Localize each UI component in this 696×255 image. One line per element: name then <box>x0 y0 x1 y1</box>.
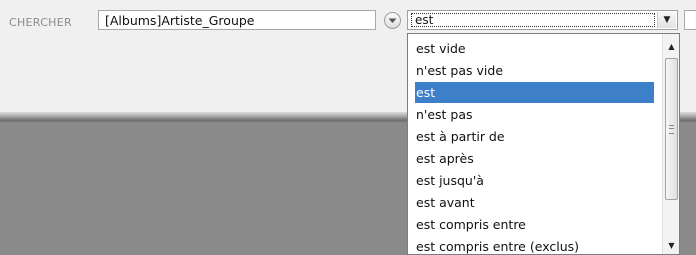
operator-select[interactable]: est ▼ <box>407 10 678 30</box>
field-menu-button[interactable] <box>384 12 401 29</box>
operator-option[interactable]: est après <box>415 148 654 169</box>
operator-option[interactable]: est compris entre (exclus) <box>415 236 654 254</box>
operator-dropdown-arrow[interactable]: ▼ <box>657 12 676 28</box>
dropdown-scrollbar[interactable]: ▲ ▼ <box>662 34 679 254</box>
operator-option[interactable]: est compris entre <box>415 214 654 235</box>
search-label: CHERCHER <box>9 16 72 29</box>
triangle-up-icon: ▲ <box>668 41 675 51</box>
grip-icon <box>669 125 674 134</box>
operator-option[interactable]: est avant <box>415 192 654 213</box>
circle-chevron-down-icon <box>388 18 397 23</box>
triangle-down-icon: ▼ <box>668 240 675 250</box>
search-field-value: [Albums]Artiste_Groupe <box>105 13 255 28</box>
operator-option[interactable]: est jusqu'à <box>415 170 654 191</box>
triangle-down-icon: ▼ <box>663 15 671 25</box>
operator-selected-value: est <box>411 13 655 27</box>
operator-option-selected[interactable]: est <box>415 82 654 103</box>
operator-option[interactable]: est à partir de <box>415 126 654 147</box>
operator-option[interactable]: est vide <box>415 38 654 59</box>
operator-option[interactable]: n'est pas vide <box>415 60 654 81</box>
operator-option[interactable]: n'est pas <box>415 104 654 125</box>
value-input[interactable] <box>684 10 696 30</box>
scroll-up-button[interactable]: ▲ <box>663 38 679 54</box>
operator-dropdown-list[interactable]: est vide n'est pas vide est n'est pas es… <box>407 33 680 255</box>
scrollbar-thumb[interactable] <box>665 58 678 200</box>
scroll-down-button[interactable]: ▼ <box>663 237 679 253</box>
search-field-input[interactable]: [Albums]Artiste_Groupe <box>98 10 376 30</box>
